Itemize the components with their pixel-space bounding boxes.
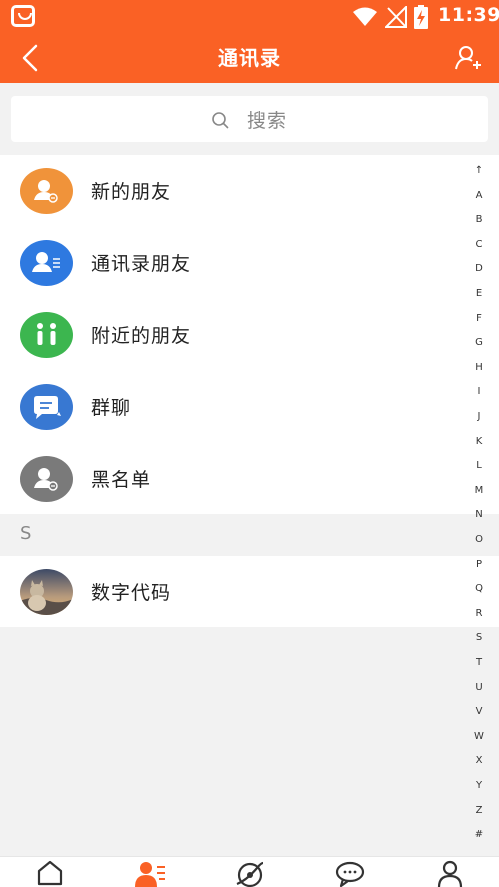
profile-icon xyxy=(437,860,463,887)
index-letter[interactable]: P xyxy=(466,559,492,570)
index-letter[interactable]: R xyxy=(466,608,492,619)
index-letter[interactable]: T xyxy=(466,657,492,668)
menu-item-label: 群聊 xyxy=(91,397,132,419)
index-letter[interactable]: X xyxy=(466,755,492,766)
index-letter[interactable]: Z xyxy=(466,805,492,816)
menu-item-new-friends[interactable]: 新的朋友 xyxy=(0,155,499,227)
index-letter[interactable]: Y xyxy=(466,780,492,791)
index-letter[interactable]: M xyxy=(466,485,492,496)
cat-photo-avatar xyxy=(20,569,73,615)
discover-icon xyxy=(236,861,264,887)
index-letter[interactable]: U xyxy=(466,682,492,693)
search-placeholder: 搜索 xyxy=(247,110,288,132)
menu-item-people-nearby[interactable]: 附近的朋友 xyxy=(0,299,499,371)
menu-item-label: 新的朋友 xyxy=(91,181,172,203)
index-letter[interactable]: F xyxy=(466,313,492,324)
add-user-icon xyxy=(455,46,481,70)
alphabet-index-bar[interactable]: ↑ A B C D E F G H I J K L M N O P Q R S T U V W X Y Z # xyxy=(466,165,492,851)
tab-profile[interactable] xyxy=(400,857,499,887)
tab-discover[interactable] xyxy=(200,857,300,887)
section-header: S xyxy=(0,514,499,556)
index-letter[interactable]: S xyxy=(466,632,492,643)
menu-item-label: 通讯录朋友 xyxy=(91,253,192,275)
index-letter[interactable]: Q xyxy=(466,583,492,594)
menu-item-label: 附近的朋友 xyxy=(91,325,192,347)
index-letter[interactable]: E xyxy=(466,288,492,299)
menu-item-label: 黑名单 xyxy=(91,469,152,491)
index-letter[interactable]: H xyxy=(466,362,492,373)
tab-messages[interactable] xyxy=(300,857,400,887)
no-signal-icon xyxy=(385,6,407,28)
index-letter[interactable]: W xyxy=(466,731,492,742)
tab-home[interactable] xyxy=(0,857,100,887)
index-letter[interactable]: B xyxy=(466,214,492,225)
function-menu: 新的朋友 通讯录朋友 附近的朋友 群聊 黑名单 xyxy=(0,155,499,514)
search-input[interactable]: 搜索 xyxy=(11,96,488,142)
index-letter[interactable]: N xyxy=(466,509,492,520)
index-letter[interactable]: # xyxy=(466,829,492,840)
page-title: 通讯录 xyxy=(218,46,281,70)
index-letter[interactable]: G xyxy=(466,337,492,348)
user-blocked-icon xyxy=(20,456,73,502)
title-bar: 通讯录 xyxy=(0,33,499,83)
index-letter[interactable]: I xyxy=(466,386,492,397)
menu-item-group-chats[interactable]: 群聊 xyxy=(0,371,499,443)
index-letter[interactable]: O xyxy=(466,534,492,545)
chat-bubble-icon xyxy=(20,384,73,430)
section-letter: S xyxy=(20,523,32,544)
menu-item-contacts-friends[interactable]: 通讯录朋友 xyxy=(0,227,499,299)
index-letter[interactable]: ↑ xyxy=(466,165,492,176)
index-letter[interactable]: K xyxy=(466,436,492,447)
index-letter[interactable]: J xyxy=(466,411,492,422)
contact-list: 数字代码 xyxy=(0,556,499,627)
messages-icon xyxy=(335,861,365,887)
wifi-icon xyxy=(353,7,377,26)
contact-list-icon xyxy=(20,240,73,286)
status-time: 11:39 xyxy=(438,4,499,26)
menu-item-blacklist[interactable]: 黑名单 xyxy=(0,443,499,515)
contact-name: 数字代码 xyxy=(91,582,172,604)
add-friend-button[interactable] xyxy=(454,43,484,73)
index-letter[interactable]: L xyxy=(466,460,492,471)
index-letter[interactable]: D xyxy=(466,263,492,274)
battery-charging-icon xyxy=(414,5,428,29)
bottom-nav xyxy=(0,856,499,887)
contact-item[interactable]: 数字代码 xyxy=(0,556,499,628)
user-add-icon xyxy=(20,168,73,214)
home-icon xyxy=(37,860,63,886)
index-letter[interactable]: V xyxy=(466,706,492,717)
tab-contacts[interactable] xyxy=(100,857,200,887)
index-letter[interactable]: C xyxy=(466,239,492,250)
search-icon xyxy=(212,112,229,129)
app-icon xyxy=(11,5,35,27)
contacts-icon xyxy=(135,862,165,887)
index-letter[interactable]: A xyxy=(466,190,492,201)
people-nearby-icon xyxy=(20,312,73,358)
status-bar: 11:39 xyxy=(0,0,499,33)
